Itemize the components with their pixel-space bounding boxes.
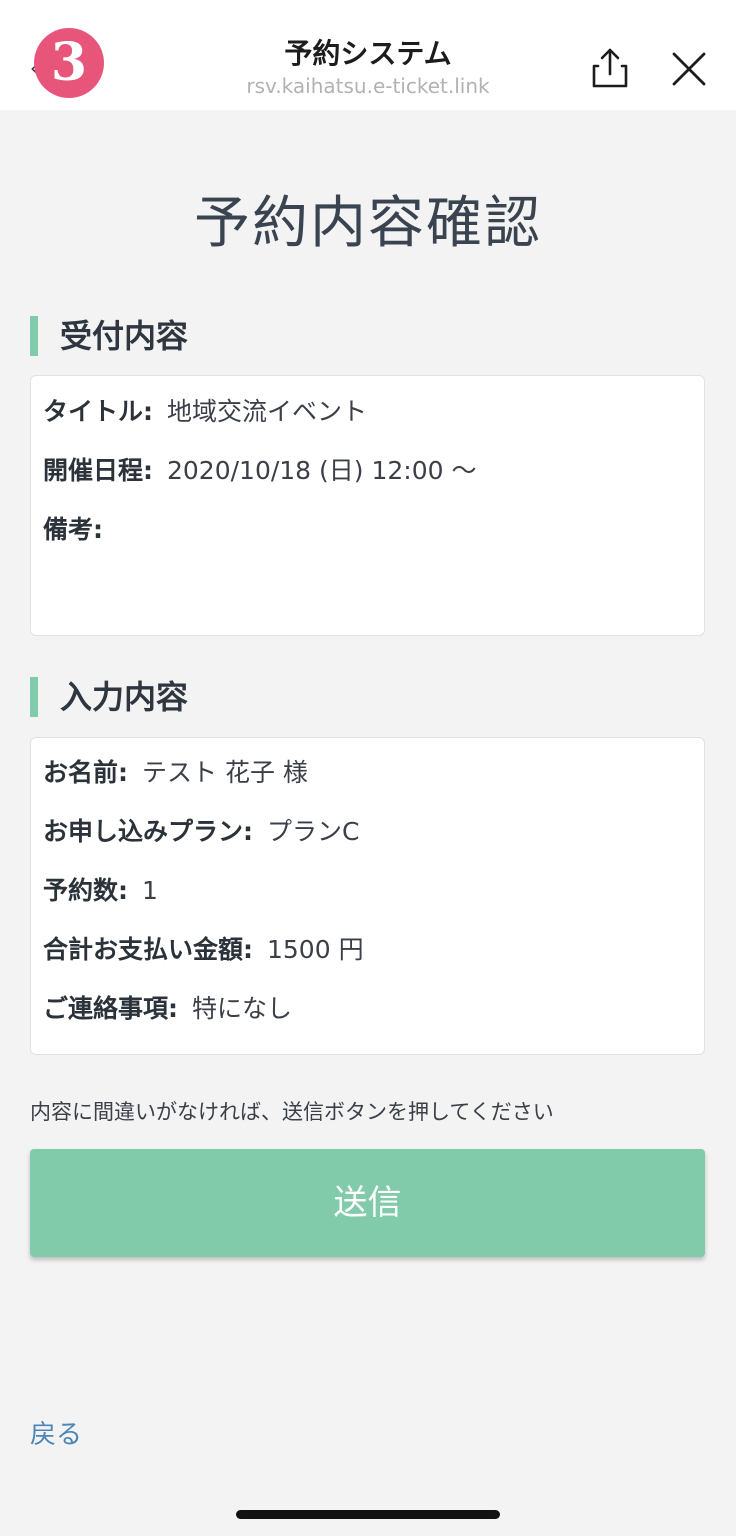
row-value: 地域交流イベント xyxy=(167,397,368,426)
reception-row-title: タイトル: 地域交流イベント xyxy=(43,392,367,428)
reception-card: タイトル: 地域交流イベント 開催日程: 2020/10/18 (日) 12:00 … xyxy=(30,375,705,636)
submit-button[interactable]: 送信 xyxy=(30,1149,705,1257)
row-value: テスト 花子 様 xyxy=(142,758,308,787)
reception-row-remarks: 備考: xyxy=(43,510,117,546)
row-value: 1 xyxy=(142,876,158,905)
home-indicator xyxy=(236,1510,500,1519)
row-value: 1500 円 xyxy=(267,935,364,964)
confirm-notice: 内容に間違いがなければ、送信ボタンを押してください xyxy=(30,1100,554,1124)
row-label: 開催日程: xyxy=(43,456,153,485)
share-icon[interactable] xyxy=(588,46,632,90)
browser-header: ‹ 3 予約システム rsv.kaihatsu.e-ticket.link xyxy=(0,0,736,110)
input-row-plan: お申し込みプラン: プランC xyxy=(43,812,359,848)
row-label: お申し込みプラン: xyxy=(43,817,253,846)
back-link[interactable]: 戻る xyxy=(30,1414,82,1451)
close-icon[interactable] xyxy=(668,48,710,90)
row-label: タイトル: xyxy=(43,397,153,426)
row-label: 合計お支払い金額: xyxy=(43,935,253,964)
reception-row-schedule: 開催日程: 2020/10/18 (日) 12:00 〜 xyxy=(43,451,477,487)
input-card: お名前: テスト 花子 様 お申し込みプラン: プランC 予約数: 1 合計お支払い金… xyxy=(30,737,705,1055)
row-label: ご連絡事項: xyxy=(43,994,178,1023)
page-title: 予約内容確認 xyxy=(194,191,542,256)
row-value: 特になし xyxy=(192,994,293,1023)
section-heading-reception: 受付内容 xyxy=(30,316,188,356)
row-label: 予約数: xyxy=(43,876,128,905)
input-row-count: 予約数: 1 xyxy=(43,871,158,907)
row-value: プランC xyxy=(267,817,360,846)
row-value: 2020/10/18 (日) 12:00 〜 xyxy=(167,456,477,485)
section-heading-input: 入力内容 xyxy=(30,677,188,717)
input-row-notes: ご連絡事項: 特になし xyxy=(43,989,292,1025)
row-label: 備考: xyxy=(43,515,103,544)
input-row-total: 合計お支払い金額: 1500 円 xyxy=(43,930,364,966)
input-row-name: お名前: テスト 花子 様 xyxy=(43,753,308,789)
row-label: お名前: xyxy=(43,758,128,787)
